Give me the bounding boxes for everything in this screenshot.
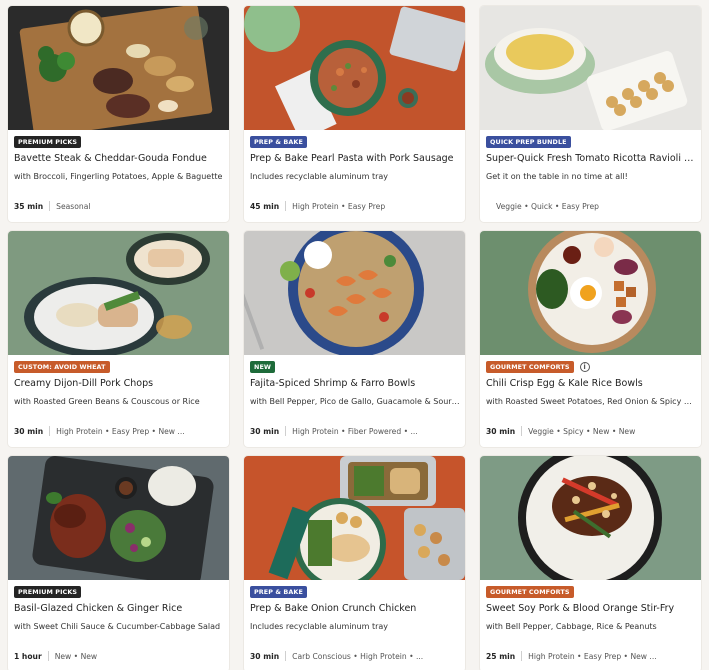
steak-fondue-image xyxy=(8,6,229,130)
recipe-photo[interactable] xyxy=(8,456,229,580)
cook-time: 45 min xyxy=(250,201,280,211)
badge-row: NEW xyxy=(250,361,276,373)
meta-divider xyxy=(285,651,287,661)
recipe-tags: Carb Conscious • High Protein • ... xyxy=(292,651,424,661)
recipe-tags: Veggie • Quick • Easy Prep xyxy=(496,201,599,211)
recipe-tags: High Protein • Easy Prep • New ... xyxy=(56,426,185,436)
recipe-title[interactable]: Fajita-Spiced Shrimp & Farro Bowls xyxy=(250,378,460,389)
recipe-tags: High Protein • Fiber Powered • ... xyxy=(292,426,418,436)
recipe-meta: Veggie • Quick • Easy Prep xyxy=(486,200,698,212)
recipe-card[interactable]: CUSTOM: AVOID WHEAT Creamy Dijon-Dill Po… xyxy=(8,231,229,447)
recipe-subtitle: with Sweet Chili Sauce & Cucumber-Cabbag… xyxy=(14,622,221,631)
meta-divider xyxy=(47,651,49,661)
badge-premium-picks: PREMIUM PICKS xyxy=(14,136,82,148)
badge-row: QUICK PREP BUNDLE xyxy=(486,136,571,148)
badge-row: GOURMET COMFORTS i xyxy=(486,361,590,373)
badge-gourmet-comforts: GOURMET COMFORTS xyxy=(486,361,574,373)
basil-chicken-image xyxy=(8,456,229,580)
recipe-title[interactable]: Creamy Dijon-Dill Pork Chops xyxy=(14,378,224,389)
badge-custom-avoid-wheat: CUSTOM: AVOID WHEAT xyxy=(14,361,110,373)
recipe-grid: PREMIUM PICKS Bavette Steak & Cheddar-Go… xyxy=(0,0,709,670)
recipe-photo[interactable] xyxy=(244,456,465,580)
badge-row: PREP & BAKE xyxy=(250,586,307,598)
recipe-photo[interactable] xyxy=(8,231,229,355)
meta-divider xyxy=(285,426,287,436)
recipe-title[interactable]: Super-Quick Fresh Tomato Ricotta Ravioli… xyxy=(486,153,696,164)
meta-divider xyxy=(521,426,523,436)
recipe-photo[interactable] xyxy=(480,6,701,130)
recipe-subtitle: Get it on the table in no time at all! xyxy=(486,172,628,181)
recipe-title[interactable]: Prep & Bake Pearl Pasta with Pork Sausag… xyxy=(250,153,460,164)
recipe-card[interactable]: PREP & BAKE Prep & Bake Onion Crunch Chi… xyxy=(244,456,465,670)
recipe-title[interactable]: Prep & Bake Onion Crunch Chicken xyxy=(250,603,460,614)
pork-chops-image xyxy=(8,231,229,355)
recipe-card[interactable]: NEW Fajita-Spiced Shrimp & Farro Bowls w… xyxy=(244,231,465,447)
recipe-title[interactable]: Chili Crisp Egg & Kale Rice Bowls xyxy=(486,378,696,389)
recipe-tags: High Protein • Easy Prep xyxy=(292,201,386,211)
recipe-card[interactable]: PREMIUM PICKS Bavette Steak & Cheddar-Go… xyxy=(8,6,229,222)
recipe-meta: 30 min Veggie • Spicy • New • New xyxy=(486,425,698,437)
recipe-meta: 30 min Carb Conscious • High Protein • .… xyxy=(250,650,462,662)
recipe-photo[interactable] xyxy=(8,6,229,130)
shrimp-farro-image xyxy=(244,231,465,355)
meta-divider xyxy=(49,201,51,211)
recipe-card[interactable]: GOURMET COMFORTS Sweet Soy Pork & Blood … xyxy=(480,456,701,670)
info-icon[interactable]: i xyxy=(579,362,590,372)
recipe-subtitle: with Roasted Green Beans & Couscous or R… xyxy=(14,397,200,406)
recipe-meta: 30 min High Protein • Fiber Powered • ..… xyxy=(250,425,462,437)
recipe-subtitle: with Roasted Sweet Potatoes, Red Onion &… xyxy=(486,397,696,406)
cook-time: 30 min xyxy=(14,426,44,436)
recipe-subtitle: Includes recyclable aluminum tray xyxy=(250,172,389,181)
meta-divider xyxy=(285,201,287,211)
cook-time: 30 min xyxy=(486,426,516,436)
recipe-title[interactable]: Basil-Glazed Chicken & Ginger Rice xyxy=(14,603,224,614)
recipe-card[interactable]: PREMIUM PICKS Basil-Glazed Chicken & Gin… xyxy=(8,456,229,670)
recipe-tags: High Protein • Easy Prep • New ... xyxy=(528,651,657,661)
recipe-subtitle: with Broccoli, Fingerling Potatoes, Appl… xyxy=(14,172,223,181)
recipe-meta: 45 min High Protein • Easy Prep xyxy=(250,200,462,212)
badge-new: NEW xyxy=(250,361,276,373)
recipe-meta: 25 min High Protein • Easy Prep • New ..… xyxy=(486,650,698,662)
cook-time: 35 min xyxy=(14,201,44,211)
recipe-photo[interactable] xyxy=(480,456,701,580)
soy-pork-stir-fry-image xyxy=(480,456,701,580)
recipe-title[interactable]: Sweet Soy Pork & Blood Orange Stir-Fry xyxy=(486,603,696,614)
badge-prep-bake: PREP & BAKE xyxy=(250,136,307,148)
badge-quick-prep-bundle: QUICK PREP BUNDLE xyxy=(486,136,571,148)
recipe-photo[interactable] xyxy=(244,6,465,130)
recipe-subtitle: Includes recyclable aluminum tray xyxy=(250,622,389,631)
recipe-photo[interactable] xyxy=(244,231,465,355)
recipe-meta: 35 min Seasonal xyxy=(14,200,226,212)
recipe-card[interactable]: PREP & BAKE Prep & Bake Pearl Pasta with… xyxy=(244,6,465,222)
badge-row: PREMIUM PICKS xyxy=(14,136,82,148)
recipe-photo[interactable] xyxy=(480,231,701,355)
badge-premium-picks: PREMIUM PICKS xyxy=(14,586,82,598)
recipe-tags: Seasonal xyxy=(56,201,91,211)
cook-time: 30 min xyxy=(250,651,280,661)
badge-gourmet-comforts: GOURMET COMFORTS xyxy=(486,586,574,598)
ravioli-image xyxy=(480,6,701,130)
chili-crisp-egg-image xyxy=(480,231,701,355)
onion-crunch-chicken-image xyxy=(244,456,465,580)
badge-prep-bake: PREP & BAKE xyxy=(250,586,307,598)
badge-row: PREMIUM PICKS xyxy=(14,586,82,598)
recipe-title[interactable]: Bavette Steak & Cheddar-Gouda Fondue xyxy=(14,153,224,164)
recipe-card[interactable]: QUICK PREP BUNDLE Super-Quick Fresh Toma… xyxy=(480,6,701,222)
recipe-card[interactable]: GOURMET COMFORTS i Chili Crisp Egg & Kal… xyxy=(480,231,701,447)
recipe-subtitle: with Bell Pepper, Pico de Gallo, Guacamo… xyxy=(250,397,460,406)
badge-row: CUSTOM: AVOID WHEAT xyxy=(14,361,110,373)
recipe-tags: New • New xyxy=(54,651,98,661)
recipe-meta: 30 min High Protein • Easy Prep • New ..… xyxy=(14,425,226,437)
recipe-subtitle: with Bell Pepper, Cabbage, Rice & Peanut… xyxy=(486,622,657,631)
recipe-tags: Veggie • Spicy • New • New xyxy=(528,426,636,436)
cook-time: 30 min xyxy=(250,426,280,436)
recipe-meta: 1 hour New • New xyxy=(14,650,226,662)
badge-row: PREP & BAKE xyxy=(250,136,307,148)
meta-divider xyxy=(49,426,51,436)
cook-time: 25 min xyxy=(486,651,516,661)
badge-row: GOURMET COMFORTS xyxy=(486,586,574,598)
meta-divider xyxy=(521,651,523,661)
cook-time: 1 hour xyxy=(14,651,42,661)
pearl-pasta-image xyxy=(244,6,465,130)
